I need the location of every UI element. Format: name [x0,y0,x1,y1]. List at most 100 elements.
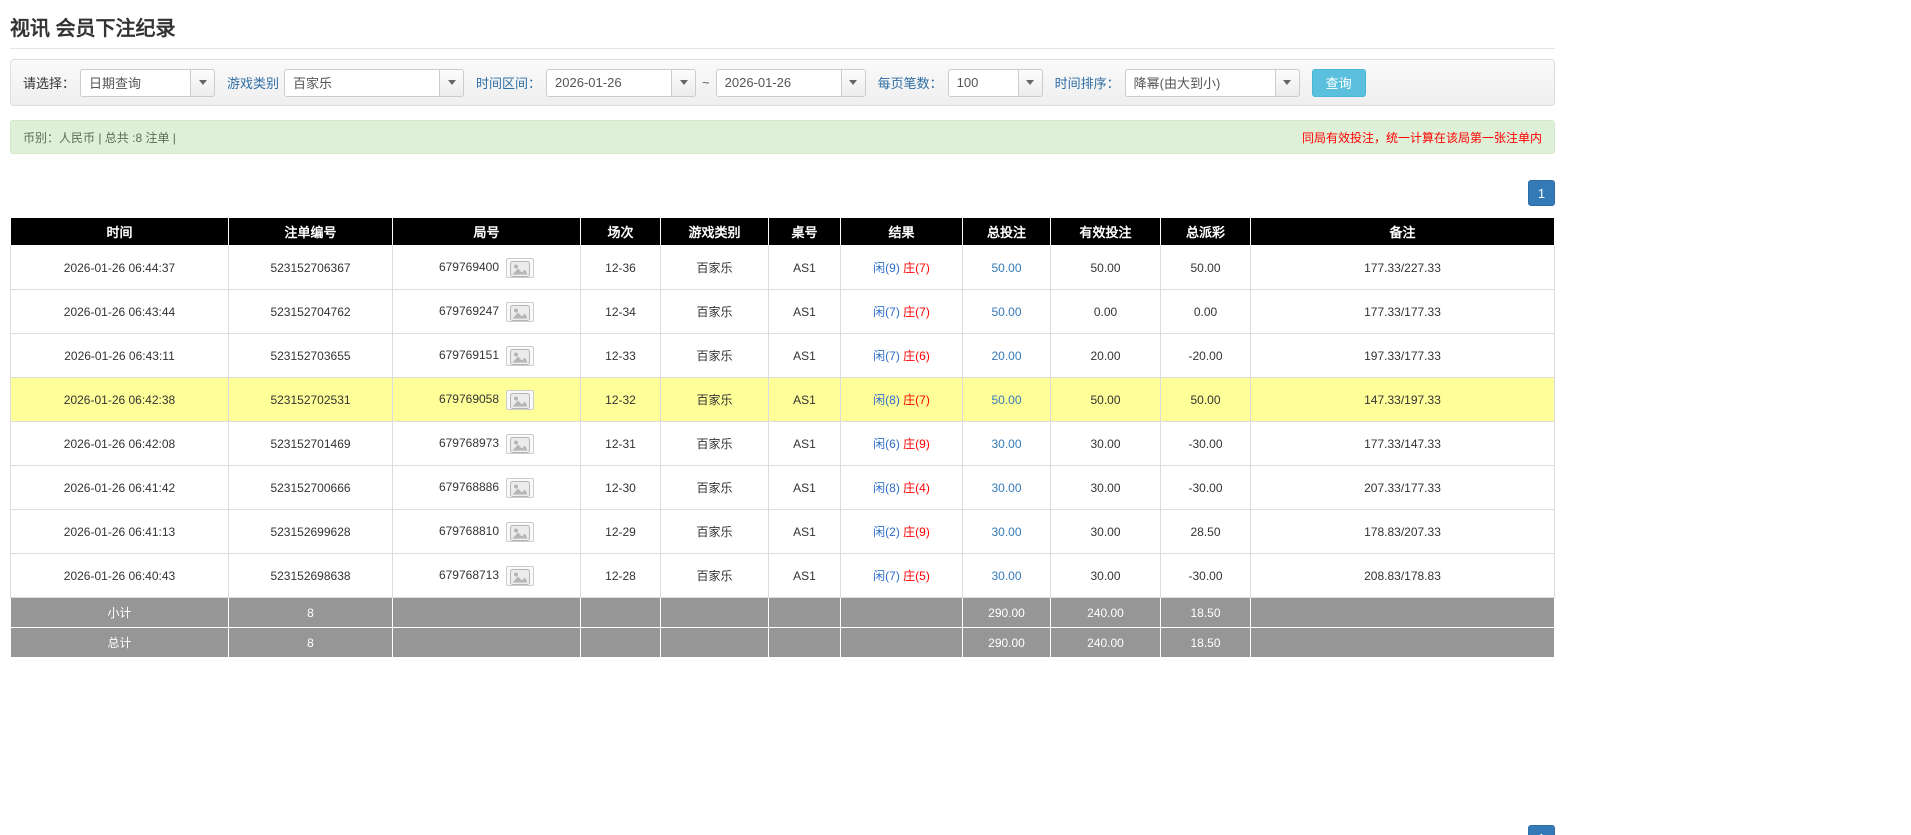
subtotal-empty [580,597,661,628]
subtotal-count: 8 [228,597,393,628]
date-to-input[interactable] [715,68,841,97]
cell-valid-bet: 50.00 [1050,377,1161,422]
round-video-button[interactable] [506,521,535,542]
total-total-bet: 290.00 [962,627,1051,658]
result-banker: 庄(7) [903,393,930,407]
cell-time: 2026-01-26 06:43:11 [10,333,229,378]
round-video-button[interactable] [506,389,535,410]
pagination-bottom: 1 [10,825,1555,835]
table-row: 2026-01-26 06:41:42 523152700666 679768886… [10,465,1555,510]
subtotal-empty [392,597,581,628]
cell-total-bet: 50.00 [962,377,1051,422]
cell-time: 2026-01-26 06:41:42 [10,465,229,510]
cell-table: AS1 [768,333,841,378]
round-video-button[interactable] [506,345,535,366]
total-bet-link[interactable]: 50.00 [991,393,1021,407]
cell-note: 178.83/207.33 [1250,509,1555,554]
cell-round: 679769058 [392,377,581,422]
cell-bet-id: 523152702531 [228,377,393,422]
round-number: 679769247 [438,303,500,318]
table-header-row: 时间 注单编号 局号 场次 游戏类别 桌号 结果 总投注 有效投注 总派彩 备注 [10,217,1555,246]
cell-payout: 50.00 [1160,245,1251,290]
result-banker: 庄(5) [903,569,930,583]
cell-payout: -30.00 [1160,553,1251,598]
time-sort-dropdown-button[interactable] [1274,68,1300,97]
caret-down-icon [679,80,688,85]
round-number: 679769400 [438,259,500,274]
query-type-combo [80,68,216,97]
cell-table: AS1 [768,377,841,422]
date-to-dropdown-button[interactable] [840,68,866,97]
query-type-dropdown-button[interactable] [190,68,216,97]
cell-payout: -20.00 [1160,333,1251,378]
cell-payout: 0.00 [1160,289,1251,334]
date-from-input[interactable] [546,68,672,97]
round-video-button[interactable] [506,433,535,454]
cell-game-type: 百家乐 [660,333,769,378]
cell-note: 177.33/227.33 [1250,245,1555,290]
time-sort-input[interactable] [1124,68,1275,97]
header-game-type: 游戏类别 [660,217,769,246]
header-round: 局号 [392,217,581,246]
summary-notice: 同局有效投注，统一计算在该局第一张注单内 [1301,130,1542,145]
result-banker: 庄(7) [903,261,930,275]
cell-round: 679768713 [392,553,581,598]
total-bet-link[interactable]: 30.00 [991,437,1021,451]
game-type-input[interactable] [284,68,440,97]
total-bet-link[interactable]: 30.00 [991,525,1021,539]
cell-valid-bet: 30.00 [1050,553,1161,598]
result-player: 闲(7) [873,305,900,319]
round-video-button[interactable] [506,301,535,322]
header-bet-id: 注单编号 [228,217,393,246]
cell-payout: -30.00 [1160,465,1251,510]
search-button[interactable]: 查询 [1311,68,1366,97]
cell-round: 679768973 [392,421,581,466]
round-video-button[interactable] [506,477,535,498]
cell-bet-id: 523152704762 [228,289,393,334]
table-row: 2026-01-26 06:42:38 523152702531 679769058… [10,377,1555,422]
total-bet-link[interactable]: 50.00 [991,305,1021,319]
cell-game-type: 百家乐 [660,377,769,422]
round-video-button[interactable] [506,565,535,586]
page-1-button[interactable]: 1 [1528,180,1555,206]
cell-bet-id: 523152700666 [228,465,393,510]
cell-total-bet: 30.00 [962,465,1051,510]
total-label: 总计 [10,627,229,658]
cell-time: 2026-01-26 06:41:13 [10,509,229,554]
total-count: 8 [228,627,393,658]
total-bet-link[interactable]: 20.00 [991,349,1021,363]
table-row: 2026-01-26 06:42:08 523152701469 679768973… [10,421,1555,466]
total-bet-link[interactable]: 50.00 [991,261,1021,275]
cell-total-bet: 20.00 [962,333,1051,378]
cell-note: 177.33/147.33 [1250,421,1555,466]
subtotal-row: 小计 8 290.00 240.00 18.50 [10,597,1555,628]
total-bet-link[interactable]: 30.00 [991,481,1021,495]
result-player: 闲(9) [873,261,900,275]
subtotal-valid-bet: 240.00 [1050,597,1161,628]
cell-session: 12-34 [580,289,661,334]
result-player: 闲(8) [873,393,900,407]
cell-bet-id: 523152706367 [228,245,393,290]
per-page-input[interactable] [947,68,1018,97]
cell-session: 12-36 [580,245,661,290]
date-to-combo [715,68,866,97]
game-type-label: 游戏类别 [227,76,280,91]
cell-total-bet: 50.00 [962,289,1051,334]
game-type-dropdown-button[interactable] [439,68,465,97]
result-player: 闲(8) [873,481,900,495]
cell-payout: 28.50 [1160,509,1251,554]
header-result: 结果 [840,217,963,246]
page-1-button[interactable]: 1 [1528,825,1555,835]
total-bet-link[interactable]: 30.00 [991,569,1021,583]
per-page-dropdown-button[interactable] [1017,68,1043,97]
query-type-input[interactable] [80,68,191,97]
cell-bet-id: 523152699628 [228,509,393,554]
subtotal-empty [1250,597,1555,628]
date-from-dropdown-button[interactable] [671,68,697,97]
caret-down-icon [198,80,207,85]
cell-table: AS1 [768,509,841,554]
cell-result: 闲(7) 庄(5) [840,553,963,598]
cell-time: 2026-01-26 06:40:43 [10,553,229,598]
bets-table: 时间 注单编号 局号 场次 游戏类别 桌号 结果 总投注 有效投注 总派彩 备注… [10,217,1555,658]
round-video-button[interactable] [506,257,535,278]
